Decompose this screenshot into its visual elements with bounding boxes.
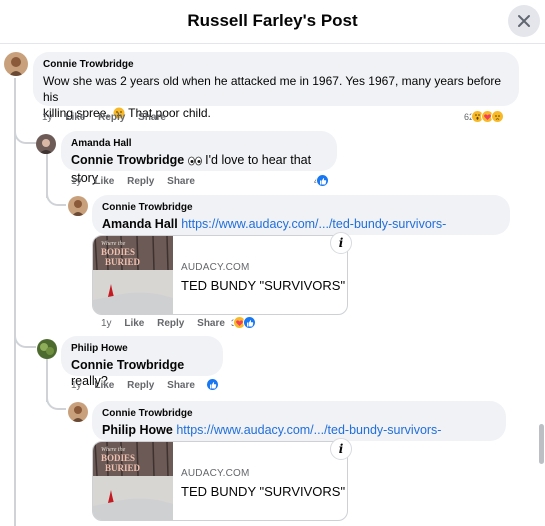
comment-bubble: Connie Trowbridge Philip Howe https://ww… [92, 401, 506, 453]
link-preview-card[interactable]: Where the BODIES BURIED AUDACY.COM TED B… [92, 441, 348, 521]
thread-connector [14, 330, 36, 348]
mention-link[interactable]: Connie Trowbridge [71, 358, 184, 372]
comment-bubble: Connie Trowbridge Wow she was 2 years ol… [33, 52, 519, 120]
comment-time[interactable]: 1y [71, 176, 82, 187]
share-button[interactable]: Share [167, 176, 195, 187]
reaction-summary[interactable]: 4 [314, 174, 330, 187]
comment-time[interactable]: 1y [42, 112, 53, 123]
thread-line [14, 78, 16, 526]
reply-button[interactable]: Reply [157, 318, 184, 329]
comment-time[interactable]: 1y [71, 380, 82, 391]
link-preview-card[interactable]: Where the BODIES BURIED AUDACY.COM TED B… [92, 235, 348, 315]
scrollbar[interactable] [539, 424, 544, 464]
reply-button[interactable]: Reply [98, 112, 125, 123]
reply-button[interactable]: Reply [127, 380, 154, 391]
reaction-summary[interactable]: 62 [464, 110, 505, 123]
comment-bubble: Amanda Hall Connie Trowbridge I'd love t… [61, 131, 337, 185]
comment-author[interactable]: Philip Howe [71, 342, 213, 355]
thumbnail-text: BURIED [105, 257, 141, 267]
reply-button[interactable]: Reply [127, 176, 154, 187]
eyes-emoji-icon [187, 154, 202, 170]
share-button[interactable]: Share [167, 380, 195, 391]
thumbnail-text: BODIES [101, 247, 135, 257]
thread-connector [46, 190, 66, 206]
link-title: TED BUNDY "SURVIVORS" [181, 278, 346, 293]
comment-author[interactable]: Connie Trowbridge [102, 407, 496, 420]
mention-link[interactable]: Amanda Hall [102, 217, 178, 231]
sad-icon [491, 110, 505, 123]
link-thumbnail: Where the BODIES BURIED [93, 442, 173, 520]
like-button[interactable]: Like [65, 112, 85, 123]
comment-author[interactable]: Connie Trowbridge [102, 201, 500, 214]
post-dialog-header: Russell Farley's Post [0, 0, 545, 44]
comment-bubble: Connie Trowbridge Amanda Hall https://ww… [92, 195, 510, 247]
avatar[interactable] [36, 134, 56, 154]
thread-connector [14, 126, 36, 144]
link-domain: AUDACY.COM [181, 262, 250, 273]
close-button[interactable] [508, 5, 540, 37]
page-title: Russell Farley's Post [187, 11, 358, 30]
comment-actions: 1y Like Reply Share [71, 380, 205, 391]
like-icon [243, 316, 257, 329]
mention-link[interactable]: Philip Howe [102, 423, 173, 437]
like-button[interactable]: Like [94, 380, 114, 391]
comment-bubble: Philip Howe Connie Trowbridge really? [61, 336, 223, 388]
like-icon [206, 378, 219, 391]
reaction-summary[interactable]: 3 [231, 316, 257, 329]
thread-connector [46, 394, 66, 410]
comment-actions: 1y Like Reply Share [42, 112, 176, 123]
avatar[interactable] [37, 339, 57, 359]
reaction-summary[interactable] [204, 378, 219, 391]
avatar[interactable] [4, 52, 28, 76]
like-button[interactable]: Like [94, 176, 114, 187]
share-button[interactable]: Share [138, 112, 166, 123]
mention-link[interactable]: Connie Trowbridge [71, 153, 184, 167]
link-title: TED BUNDY "SURVIVORS" [181, 484, 346, 499]
info-icon[interactable]: i [330, 232, 352, 254]
info-icon[interactable]: i [330, 438, 352, 460]
comment-author[interactable]: Connie Trowbridge [43, 58, 509, 71]
thumbnail-text: BODIES [101, 453, 135, 463]
comment-author[interactable]: Amanda Hall [71, 137, 327, 150]
link-thumbnail: Where the BODIES BURIED [93, 236, 173, 314]
share-button[interactable]: Share [197, 318, 225, 329]
close-icon [518, 15, 530, 27]
comment-actions: 1y Like Reply Share [101, 318, 235, 329]
avatar[interactable] [68, 196, 88, 216]
like-button[interactable]: Like [124, 318, 144, 329]
comment-text-line: Wow she was 2 years old when he attacked… [43, 74, 502, 104]
avatar[interactable] [68, 402, 88, 422]
comment-time[interactable]: 1y [101, 318, 112, 329]
comment-actions: 1y Like Reply Share [71, 176, 205, 187]
thumbnail-text: BURIED [105, 463, 141, 473]
like-icon [316, 174, 330, 187]
link-domain: AUDACY.COM [181, 468, 250, 479]
